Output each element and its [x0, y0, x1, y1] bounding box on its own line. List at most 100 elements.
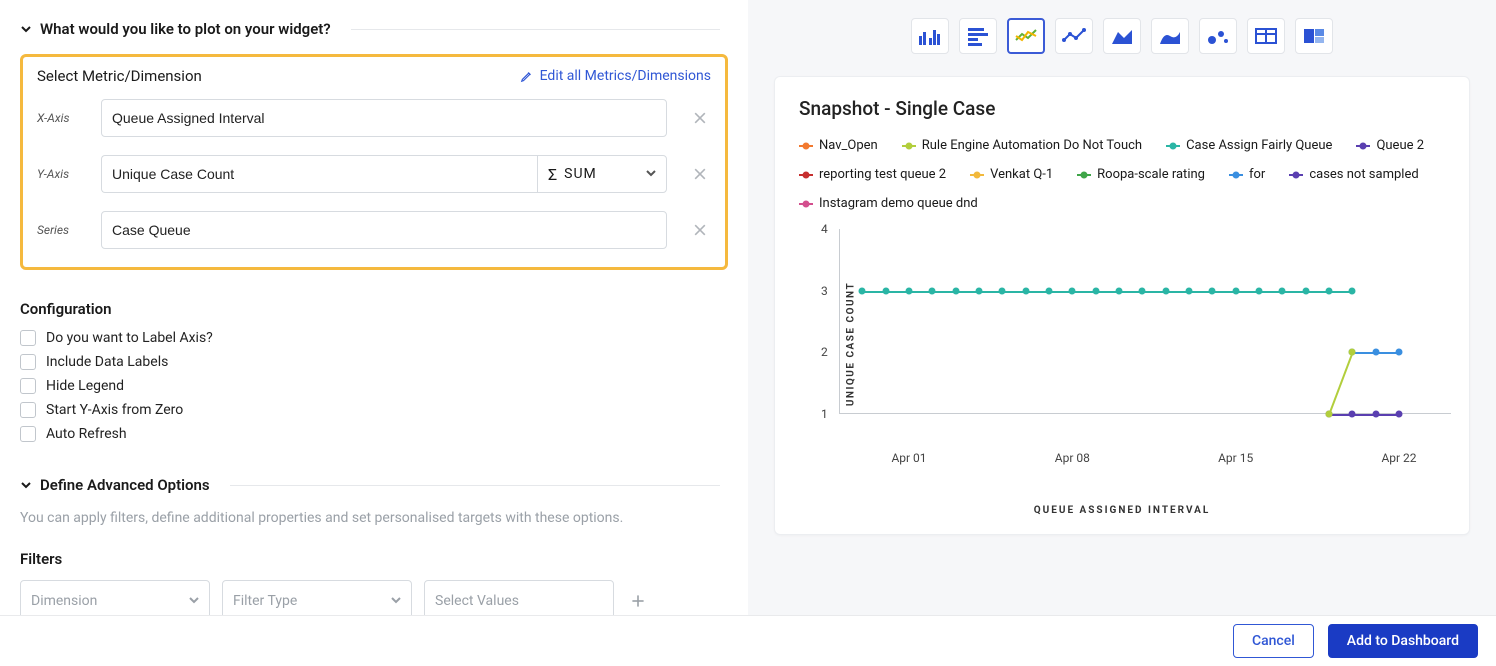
legend-item[interactable]: Rule Engine Automation Do Not Touch: [902, 138, 1142, 153]
data-line: [886, 291, 909, 293]
section-advanced-title: Define Advanced Options: [40, 476, 210, 494]
chart-type-bar[interactable]: [959, 18, 997, 54]
clear-y-axis[interactable]: [689, 163, 711, 185]
config-option[interactable]: Auto Refresh: [20, 426, 728, 442]
chart-type-treemap[interactable]: [1295, 18, 1333, 54]
legend-label: Instagram demo queue dnd: [819, 196, 978, 211]
footer: Cancel Add to Dashboard: [0, 615, 1496, 666]
data-line: [956, 291, 979, 293]
chevron-down-icon: [20, 23, 32, 35]
legend-label: Roopa-scale rating: [1097, 167, 1205, 182]
legend-marker: [1289, 171, 1303, 179]
data-line: [1212, 291, 1235, 293]
legend-label: Venkat Q-1: [990, 167, 1053, 182]
x-tick: Apr 08: [1055, 451, 1090, 465]
legend-item[interactable]: cases not sampled: [1289, 167, 1418, 182]
legend-item[interactable]: Queue 2: [1356, 138, 1424, 153]
legend-marker: [902, 142, 916, 150]
chart-type-area[interactable]: [1103, 18, 1141, 54]
data-line: [1259, 291, 1282, 293]
config-option[interactable]: Start Y-Axis from Zero: [20, 402, 728, 418]
data-line: [1002, 291, 1025, 293]
filter-dimension-select[interactable]: Dimension: [20, 580, 210, 615]
legend-item[interactable]: Nav_Open: [799, 138, 878, 153]
checkbox[interactable]: [20, 426, 36, 442]
x-tick: Apr 22: [1381, 451, 1416, 465]
legend-label: reporting test queue 2: [819, 167, 946, 182]
x-axis-label: X-Axis: [37, 111, 87, 125]
x-axis-input[interactable]: [101, 99, 667, 137]
filter-values-select[interactable]: Select Values: [424, 580, 614, 615]
chart-type-line[interactable]: [1007, 18, 1045, 54]
add-filter-button[interactable]: [626, 589, 650, 613]
y-agg-select[interactable]: Σ SUM: [537, 155, 667, 193]
chart-type-toolbar: [748, 18, 1496, 54]
legend-label: Nav_Open: [819, 138, 878, 153]
data-line: [1236, 291, 1259, 293]
series-input[interactable]: [101, 211, 667, 249]
config-option-label: Start Y-Axis from Zero: [46, 402, 183, 418]
filter-type-placeholder: Filter Type: [233, 593, 297, 609]
y-axis-label: Y-Axis: [37, 167, 87, 181]
cancel-button[interactable]: Cancel: [1233, 624, 1314, 658]
legend-marker: [1229, 171, 1243, 179]
checkbox[interactable]: [20, 354, 36, 370]
y-tick: 3: [821, 284, 828, 298]
y-tick: 2: [821, 345, 828, 359]
section-plot-header[interactable]: What would you like to plot on your widg…: [20, 20, 728, 38]
data-line: [1096, 291, 1119, 293]
config-option-label: Include Data Labels: [46, 354, 168, 370]
legend-item[interactable]: for: [1229, 167, 1265, 182]
section-plot-title: What would you like to plot on your widg…: [40, 20, 331, 38]
config-option-label: Hide Legend: [46, 378, 124, 394]
data-line: [909, 291, 932, 293]
x-tick: Apr 15: [1218, 451, 1253, 465]
legend-marker: [1356, 142, 1370, 150]
chevron-down-icon: [189, 593, 199, 609]
filter-dimension-placeholder: Dimension: [31, 593, 97, 609]
data-line: [1329, 291, 1352, 293]
y-axis-input[interactable]: [101, 155, 537, 193]
checkbox[interactable]: [20, 402, 36, 418]
clear-x-axis[interactable]: [689, 107, 711, 129]
chart-type-bubble[interactable]: [1199, 18, 1237, 54]
legend-marker: [1077, 171, 1091, 179]
edit-metrics-link[interactable]: Edit all Metrics/Dimensions: [520, 68, 711, 84]
legend-label: cases not sampled: [1309, 167, 1418, 182]
config-option[interactable]: Do you want to Label Axis?: [20, 330, 728, 346]
sigma-icon: Σ: [548, 165, 558, 184]
config-option[interactable]: Hide Legend: [20, 378, 728, 394]
legend-label: Queue 2: [1376, 138, 1424, 153]
data-line: [1026, 291, 1049, 293]
checkbox[interactable]: [20, 330, 36, 346]
metric-dimension-panel: Select Metric/Dimension Edit all Metrics…: [20, 54, 728, 270]
y-tick: 1: [821, 407, 828, 421]
chart-type-area-smooth[interactable]: [1151, 18, 1189, 54]
chevron-down-icon: [20, 479, 32, 491]
section-advanced-header[interactable]: Define Advanced Options: [20, 476, 728, 494]
data-line: [1328, 353, 1353, 415]
y-agg-value: SUM: [564, 166, 597, 182]
data-line: [1376, 414, 1399, 416]
config-option[interactable]: Include Data Labels: [20, 354, 728, 370]
legend-marker: [799, 171, 813, 179]
add-to-dashboard-button[interactable]: Add to Dashboard: [1328, 624, 1478, 658]
legend-item[interactable]: Case Assign Fairly Queue: [1166, 138, 1332, 153]
legend-item[interactable]: reporting test queue 2: [799, 167, 946, 182]
chart-type-scatter-line[interactable]: [1055, 18, 1093, 54]
legend-item[interactable]: Instagram demo queue dnd: [799, 196, 978, 211]
configuration-title: Configuration: [20, 300, 728, 318]
chart-type-table[interactable]: [1247, 18, 1285, 54]
divider: [351, 29, 720, 30]
data-line: [1352, 414, 1375, 416]
clear-series[interactable]: [689, 219, 711, 241]
data-line: [1049, 291, 1072, 293]
legend-item[interactable]: Venkat Q-1: [970, 167, 1053, 182]
legend-marker: [799, 142, 813, 150]
checkbox[interactable]: [20, 378, 36, 394]
legend-item[interactable]: Roopa-scale rating: [1077, 167, 1205, 182]
data-line: [1282, 291, 1305, 293]
chart-type-column[interactable]: [911, 18, 949, 54]
data-line: [1142, 291, 1165, 293]
filter-type-select[interactable]: Filter Type: [222, 580, 412, 615]
